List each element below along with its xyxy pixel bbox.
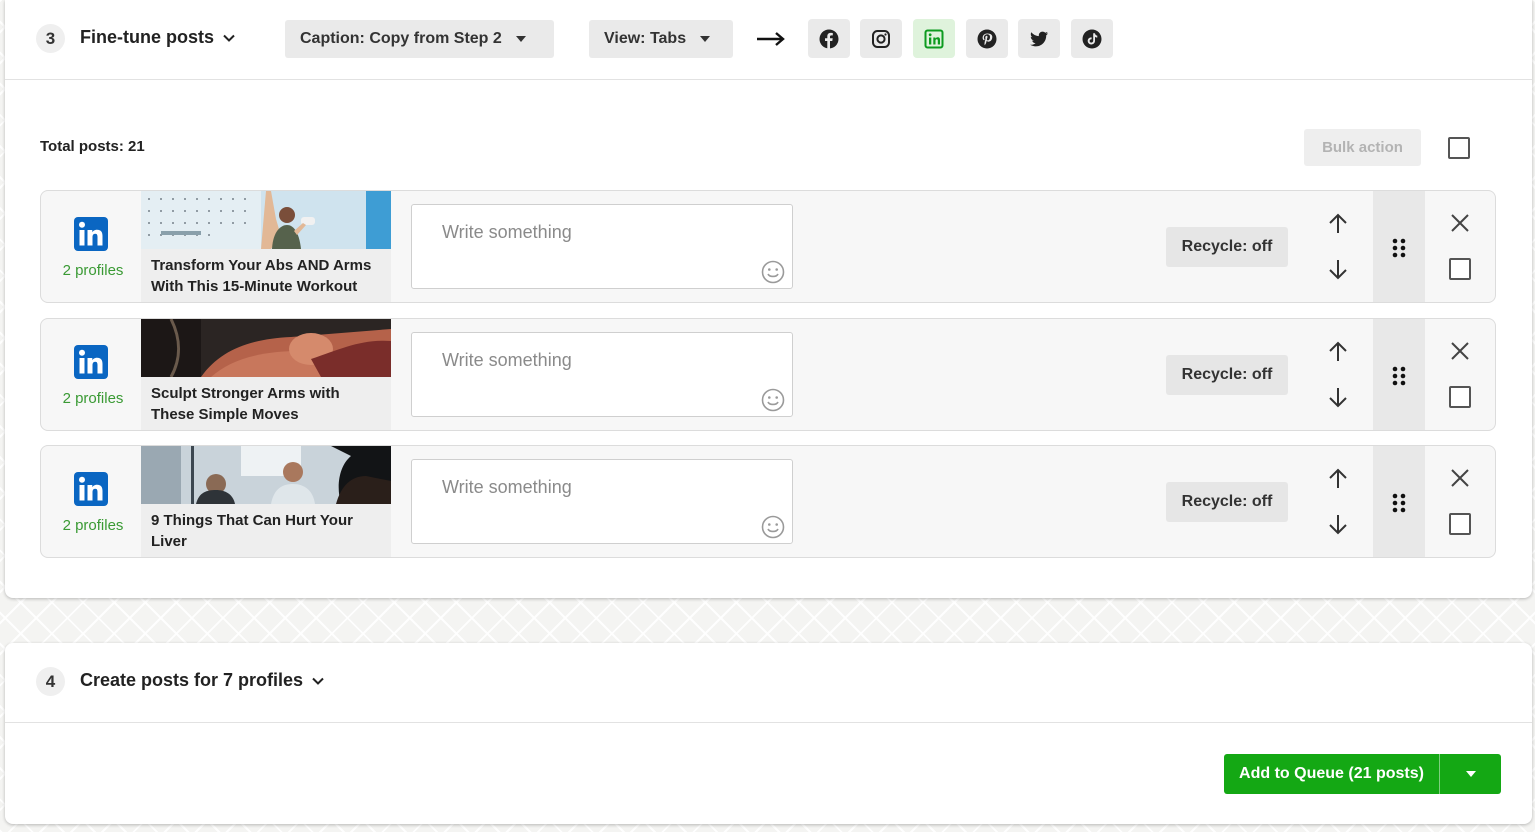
post-row: 2 profiles Sculpt Stronger Arms with The… (40, 318, 1496, 431)
step-3-header: 3 Fine-tune posts Caption: Copy from Ste… (5, 0, 1532, 80)
caret-down-icon (700, 36, 711, 42)
step-title-toggle[interactable]: Create posts for 7 profiles (80, 670, 324, 691)
total-posts-count: Total posts: 21 (40, 138, 145, 155)
drag-dots-icon (1392, 366, 1406, 385)
caption-placeholder: Write something (442, 350, 572, 370)
step-number: 3 (36, 24, 65, 53)
facebook-tab[interactable] (808, 19, 850, 58)
close-icon[interactable] (1449, 467, 1471, 489)
arrow-down-icon[interactable] (1326, 257, 1350, 281)
add-to-queue-split-button: Add to Queue (21 posts) (1224, 754, 1501, 794)
view-dropdown[interactable]: View: Tabs (589, 20, 733, 58)
arrow-up-icon[interactable] (1326, 212, 1350, 236)
post-thumbnail (141, 191, 391, 249)
caret-down-icon (1465, 771, 1476, 777)
post-row: 2 profiles 9 Things That Can Hurt Your L… (40, 445, 1496, 558)
post-select-checkbox[interactable] (1449, 513, 1471, 535)
create-posts-card: 4 Create posts for 7 profiles Add to Que… (5, 643, 1532, 824)
profiles-count[interactable]: 2 profiles (58, 262, 128, 279)
step-title: Fine-tune posts (80, 27, 214, 47)
arrow-up-icon[interactable] (1326, 467, 1350, 491)
arrow-down-icon[interactable] (1326, 512, 1350, 536)
tiktok-icon (1082, 29, 1102, 48)
arrow-down-icon[interactable] (1326, 385, 1350, 409)
arrow-up-icon[interactable] (1326, 340, 1350, 364)
linkedin-icon (74, 217, 108, 251)
linkedin-icon (924, 29, 944, 48)
linkedin-icon (74, 472, 108, 506)
post-thumbnail (141, 319, 391, 377)
twitter-tab[interactable] (1018, 19, 1060, 58)
drag-handle[interactable] (1373, 319, 1425, 430)
recycle-toggle[interactable]: Recycle: off (1166, 355, 1288, 395)
fine-tune-posts-card: 3 Fine-tune posts Caption: Copy from Ste… (5, 0, 1532, 598)
post-title: Transform Your Abs AND Arms With This 15… (141, 249, 391, 302)
drag-dots-icon (1392, 493, 1406, 512)
caption-placeholder: Write something (442, 222, 572, 242)
post-select-checkbox[interactable] (1449, 258, 1471, 280)
linkedin-icon (74, 345, 108, 379)
profiles-count[interactable]: 2 profiles (58, 390, 128, 407)
emoji-icon[interactable] (761, 260, 785, 284)
post-thumbnail (141, 446, 391, 504)
twitter-icon (1030, 31, 1048, 46)
instagram-icon (872, 29, 890, 48)
caption-input[interactable]: Write something (411, 204, 793, 289)
facebook-icon (819, 29, 839, 48)
pinterest-tab[interactable] (966, 19, 1008, 58)
step-title: Create posts for 7 profiles (80, 670, 304, 690)
arrow-right-icon (757, 32, 785, 46)
drag-dots-icon (1392, 238, 1406, 257)
linkedin-tab[interactable] (913, 19, 955, 58)
chevron-down-icon (223, 34, 235, 42)
profiles-count[interactable]: 2 profiles (58, 517, 128, 534)
emoji-icon[interactable] (761, 388, 785, 412)
recycle-toggle[interactable]: Recycle: off (1166, 227, 1288, 267)
close-icon[interactable] (1449, 212, 1471, 234)
drag-handle[interactable] (1373, 191, 1425, 302)
view-dropdown-label: View: Tabs (604, 30, 687, 47)
queue-options-dropdown[interactable] (1440, 754, 1501, 794)
drag-handle[interactable] (1373, 446, 1425, 557)
emoji-icon[interactable] (761, 515, 785, 539)
select-all-checkbox[interactable] (1448, 137, 1470, 159)
step-4-header: 4 Create posts for 7 profiles (5, 643, 1532, 723)
chevron-down-icon (312, 677, 324, 685)
post-select-checkbox[interactable] (1449, 386, 1471, 408)
instagram-tab[interactable] (860, 19, 902, 58)
caption-placeholder: Write something (442, 477, 572, 497)
step-number: 4 (36, 667, 65, 696)
bulk-action-button[interactable]: Bulk action (1304, 129, 1421, 166)
tiktok-tab[interactable] (1071, 19, 1113, 58)
caret-down-icon (515, 36, 526, 42)
post-title: 9 Things That Can Hurt Your Liver (141, 504, 391, 557)
close-icon[interactable] (1449, 340, 1471, 362)
post-title: Sculpt Stronger Arms with These Simple M… (141, 377, 391, 430)
pinterest-icon (977, 29, 997, 48)
caption-input[interactable]: Write something (411, 332, 793, 417)
caption-dropdown-label: Caption: Copy from Step 2 (300, 30, 502, 47)
add-to-queue-button[interactable]: Add to Queue (21 posts) (1224, 754, 1440, 794)
post-row: 2 profiles Transform Your Abs AND Arms W… (40, 190, 1496, 303)
recycle-toggle[interactable]: Recycle: off (1166, 482, 1288, 522)
caption-dropdown[interactable]: Caption: Copy from Step 2 (285, 20, 554, 58)
caption-input[interactable]: Write something (411, 459, 793, 544)
step-title-toggle[interactable]: Fine-tune posts (80, 27, 235, 48)
